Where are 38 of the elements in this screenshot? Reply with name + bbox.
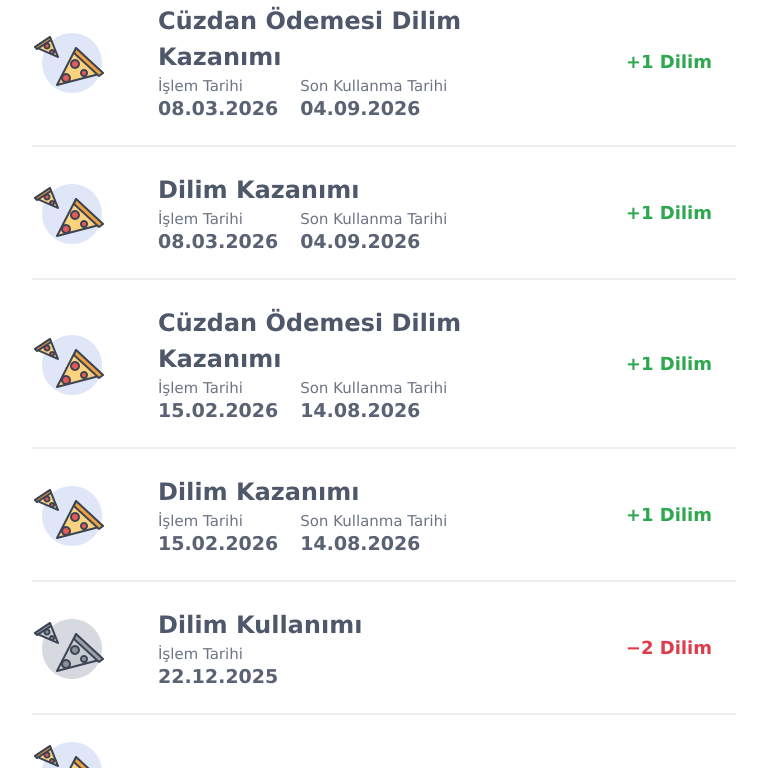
transaction-title: Dilim Kullanımı	[158, 610, 364, 641]
pizza-slices-icon	[32, 182, 106, 244]
transaction-title: Dilim Kazanımı	[158, 477, 360, 508]
transaction-title: Dilim Kazanımı	[158, 175, 360, 206]
slice-amount: −2 Dilim	[626, 638, 712, 658]
date-value: 08.03.2026	[158, 97, 278, 121]
date-label: İşlem Tarihi	[158, 378, 244, 399]
date-value: 15.02.2026	[158, 399, 278, 423]
slice-amount: +1 Dilim	[626, 202, 712, 224]
transaction-title: Cüzdan Ödemesi Dilim Kazanımı	[158, 6, 462, 73]
slice-amount: +1 Dilim	[626, 504, 712, 526]
date-label: İşlem Tarihi	[158, 209, 244, 230]
transaction-row[interactable]: Cüzdan Ödemesi Dilim Kazanımı İşlem Tarihi 15.02.2026 Son Kullanma Tarihi 14.08.2026 +1 Dilim	[32, 280, 736, 449]
transaction-title: Cüzdan Ödemesi Dilim Kazanımı	[158, 308, 462, 375]
date-label: Son Kullanma Tarihi	[300, 511, 448, 532]
slice-amount: +1 Dilim	[626, 354, 712, 374]
transaction-row[interactable]: Dilim Kullanımı İşlem Tarihi 22.12.2025 −2 Dilim	[32, 582, 736, 715]
transaction-row[interactable]: Cüzdan Ödemesi Dilim Kazanımı İşlem Tarihi 08.03.2026 Son Kullanma Tarihi 04.09.2026 +1 Dilim	[32, 0, 736, 147]
slice-amount: +1 Dilim	[626, 52, 712, 72]
pizza-slices-icon	[32, 484, 106, 546]
transaction-row[interactable]: Dilim Kazanımı İşlem Tarihi 15.02.2026 Son Kullanma Tarihi 14.08.2026 +1 Dilim	[32, 449, 736, 582]
date-label: Son Kullanma Tarihi	[300, 209, 448, 230]
date-value: 14.08.2026	[300, 532, 422, 556]
date-label: İşlem Tarihi	[158, 511, 244, 532]
date-value: 15.02.2026	[158, 532, 278, 556]
date-value: 22.12.2025	[158, 665, 278, 689]
date-label: Son Kullanma Tarihi	[300, 378, 448, 399]
pizza-slices-icon	[32, 617, 106, 679]
pizza-slices-icon	[32, 333, 106, 395]
date-value: 04.09.2026	[300, 97, 422, 121]
date-label: Son Kullanma Tarihi	[300, 76, 448, 97]
date-value: 04.09.2026	[300, 230, 422, 254]
date-label: İşlem Tarihi	[158, 76, 244, 97]
transaction-row[interactable]: Dilim Kazanımı İşlem Tarihi 08.03.2026 Son Kullanma Tarihi 04.09.2026 +1 Dilim	[32, 147, 736, 280]
date-label: İşlem Tarihi	[158, 644, 244, 665]
date-value: 08.03.2026	[158, 230, 278, 254]
pizza-slices-icon	[32, 31, 106, 93]
date-value: 14.08.2026	[300, 399, 422, 423]
